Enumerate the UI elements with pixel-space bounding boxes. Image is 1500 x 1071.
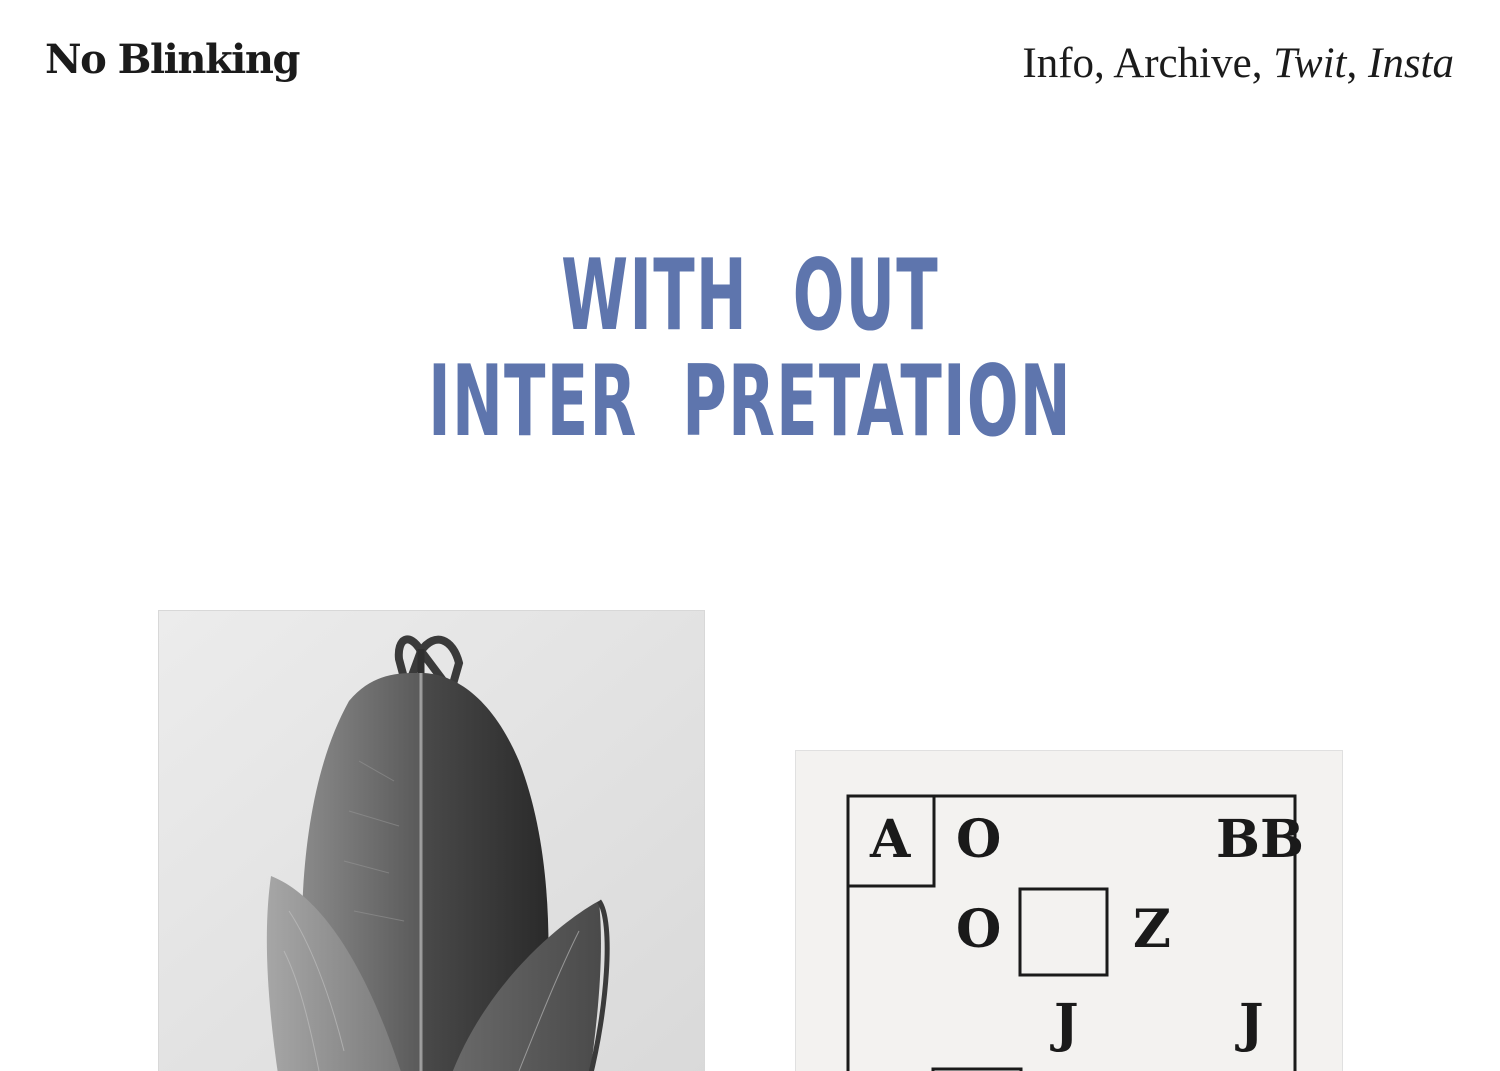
nav-separator: , — [1346, 40, 1358, 87]
diagram-letter-z: Z — [1133, 899, 1171, 960]
plant-bud-illustration — [159, 611, 704, 1071]
nav-link-archive[interactable]: Archive — [1113, 40, 1252, 87]
diagram-letter-o: O — [956, 809, 1001, 870]
nav-link-insta[interactable]: Insta — [1368, 40, 1454, 87]
nav-separator: , — [1094, 40, 1105, 87]
diagram-letter-j: J — [1235, 993, 1264, 1054]
diagram-letter-o: O — [956, 899, 1001, 960]
nav-link-info[interactable]: Info — [1022, 40, 1094, 87]
diagram-letter-j: J — [1050, 993, 1079, 1054]
diagram-letter-a: A — [869, 809, 911, 870]
headline-line-2: INTER PRETATION — [428, 345, 1072, 459]
nav-separator: , — [1251, 40, 1263, 87]
headline-line-1: WITH OUT — [561, 239, 939, 353]
nav-link-twit[interactable]: Twit — [1273, 40, 1346, 87]
main-nav: Info, Archive, Twit, Insta — [1022, 38, 1454, 90]
letter-diagram[interactable]: A O BB O Z J J — [795, 750, 1343, 1071]
letter-diagram-illustration: A O BB O Z J J — [846, 794, 1304, 1071]
plant-bud-photo[interactable] — [158, 610, 705, 1071]
site-title-link[interactable]: No Blinking — [45, 36, 300, 84]
diagram-letter-bb: BB — [1216, 809, 1304, 870]
